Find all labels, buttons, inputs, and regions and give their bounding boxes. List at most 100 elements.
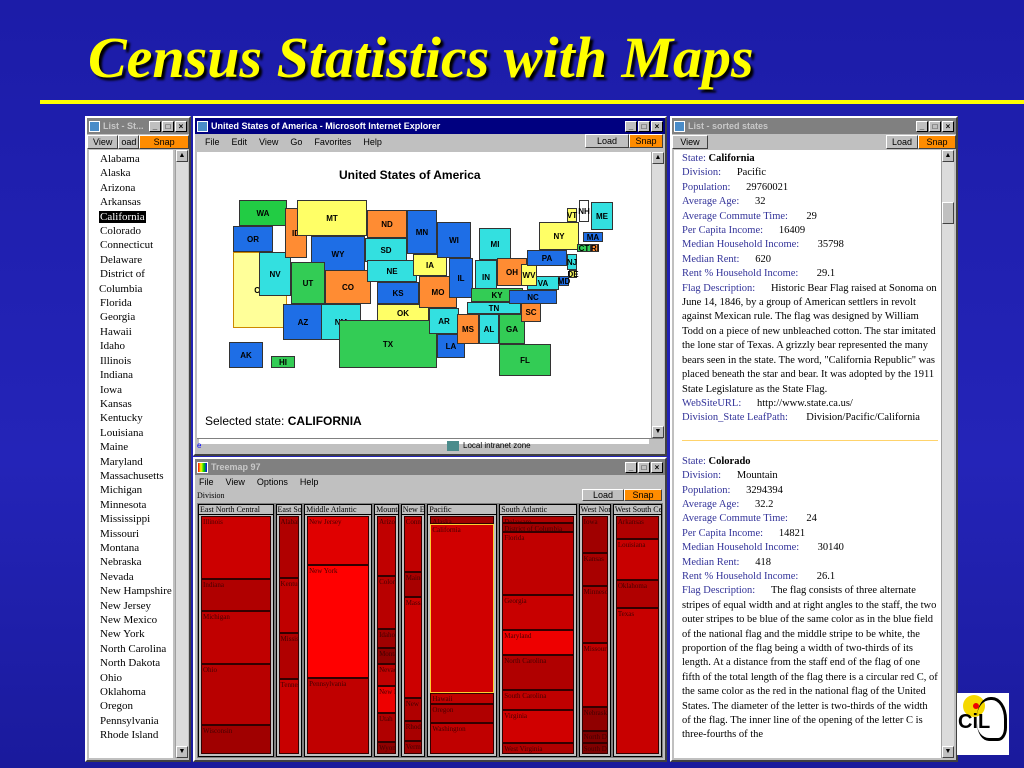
state-list-item[interactable]: Arkansas — [99, 195, 173, 209]
division-east-south-central[interactable]: East South CentralAlabamaKentuckyMississ… — [275, 504, 303, 757]
state-list-item[interactable]: Oregon — [99, 699, 173, 713]
state-list-item[interactable]: Kentucky — [99, 411, 173, 425]
treemap-cell[interactable]: Georgia — [502, 594, 574, 630]
treemap-cell[interactable]: Delaware — [502, 516, 574, 524]
state-ri[interactable]: RI — [591, 244, 599, 253]
close-button[interactable]: × — [942, 120, 954, 132]
state-pa[interactable]: PA — [527, 250, 567, 266]
treemap-cell[interactable]: North Dakota — [581, 731, 608, 743]
state-il[interactable]: IL — [449, 258, 473, 298]
state-ne[interactable]: NE — [367, 260, 417, 282]
treemap-cell[interactable]: Michigan — [201, 611, 271, 665]
treemap-cell[interactable]: District of Columbia — [502, 523, 574, 532]
treemap-cell[interactable]: California — [430, 523, 495, 694]
load-button[interactable]: Load — [886, 135, 918, 149]
state-list-item[interactable]: California — [99, 210, 173, 224]
state-list-item[interactable]: Oklahoma — [99, 685, 173, 699]
close-button[interactable]: × — [175, 120, 187, 132]
state-wa[interactable]: WA — [239, 200, 287, 226]
menu-view[interactable]: View — [226, 477, 245, 487]
treemap-cell[interactable]: Arizona — [377, 516, 396, 576]
treemap-cell[interactable]: Illinois — [201, 516, 271, 580]
state-list-item[interactable]: North Carolina — [99, 642, 173, 656]
state-list-item[interactable]: Nebraska — [99, 555, 173, 569]
state-list-item[interactable]: Hawaii — [99, 325, 173, 339]
state-list-item[interactable]: Maryland — [99, 455, 173, 469]
state-ak[interactable]: AK — [229, 342, 263, 368]
state-list-item[interactable]: New York — [99, 627, 173, 641]
minimize-button[interactable]: _ — [916, 120, 928, 132]
state-list-item[interactable]: New Mexico — [99, 613, 173, 627]
state-tx[interactable]: TX — [339, 320, 437, 368]
treemap-cell[interactable]: Iowa — [581, 516, 608, 554]
treemap-cell[interactable]: Connecticut — [403, 516, 423, 572]
snap-button[interactable]: Snap — [139, 135, 189, 149]
state-list-item[interactable]: Illinois — [99, 354, 173, 368]
state-list-item[interactable]: Alaska — [99, 166, 173, 180]
treemap-cell[interactable]: Texas — [615, 608, 659, 754]
treemap-cell[interactable]: North Carolina — [502, 654, 574, 691]
treemap-cell[interactable]: Virginia — [502, 710, 574, 743]
state-list-item[interactable]: Colorado — [99, 224, 173, 238]
treemap-cell[interactable]: Massachusetts — [403, 597, 423, 699]
treemap-cell[interactable]: Minnesota — [581, 586, 608, 643]
treemap-cell[interactable]: Montana — [377, 648, 396, 665]
treemap-cell[interactable]: Maryland — [502, 629, 574, 655]
state-list-item[interactable]: New Jersey — [99, 599, 173, 613]
maximize-button[interactable]: □ — [638, 461, 650, 473]
state-list-item[interactable]: Montana — [99, 541, 173, 555]
treemap-cell[interactable]: Utah — [377, 712, 396, 743]
treemap[interactable]: East North Central Illinois Indiana Michiga… — [197, 503, 663, 758]
state-list-item[interactable]: Maine — [99, 440, 173, 454]
menu-favorites[interactable]: Favorites — [314, 137, 351, 147]
state-list-item[interactable]: Kansas — [99, 397, 173, 411]
treemap-cell[interactable]: Wyoming — [377, 742, 396, 754]
state-sd[interactable]: SD — [365, 238, 407, 262]
treemap-cell[interactable]: South Dakota — [581, 743, 608, 754]
load-button[interactable]: Load — [582, 489, 624, 501]
state-list-item[interactable]: Rhode Island — [99, 728, 173, 742]
state-nh[interactable]: NH — [578, 200, 590, 222]
state-vt[interactable]: VT — [567, 208, 577, 222]
state-list-item[interactable]: North Dakota — [99, 656, 173, 670]
state-co[interactable]: CO — [325, 270, 371, 304]
state-ct[interactable]: CT — [577, 244, 591, 253]
state-list-item[interactable]: Arizona — [99, 181, 173, 195]
state-al[interactable]: AL — [479, 314, 499, 344]
state-wi[interactable]: WI — [437, 222, 471, 258]
state-list-item[interactable]: Alabama — [99, 152, 173, 166]
load-button[interactable]: oad — [118, 135, 140, 149]
treemap-cell[interactable]: Washington — [430, 722, 495, 755]
state-mn[interactable]: MN — [407, 210, 437, 254]
state-ks[interactable]: KS — [377, 282, 419, 304]
treemap-cell[interactable]: Tennessee — [278, 678, 300, 754]
state-list-item[interactable]: District of Columbia — [99, 267, 173, 296]
menu-file[interactable]: File — [205, 137, 220, 147]
menu-go[interactable]: Go — [290, 137, 302, 147]
state-ar[interactable]: AR — [429, 308, 459, 334]
state-mi[interactable]: MI — [479, 228, 511, 260]
treemap-cell[interactable]: Arkansas — [615, 516, 659, 540]
treemap-cell[interactable]: Alabama — [278, 516, 300, 579]
state-ma[interactable]: MA — [583, 232, 603, 242]
minimize-button[interactable]: _ — [625, 120, 637, 132]
close-button[interactable]: × — [651, 461, 663, 473]
snap-button[interactable]: Snap — [629, 134, 663, 148]
treemap-cell[interactable]: Rhode Island — [403, 721, 423, 742]
division-new-england[interactable]: New EnglandConnecticutMaineMassachusetts… — [400, 504, 426, 757]
treemap-cell[interactable]: South Carolina — [502, 690, 574, 711]
treemap-cell[interactable]: New Mexico — [377, 686, 396, 713]
menu-help[interactable]: Help — [363, 137, 382, 147]
state-nv[interactable]: NV — [259, 252, 291, 296]
state-list-item[interactable]: Delaware — [99, 253, 173, 267]
view-button[interactable]: View — [672, 135, 708, 149]
state-list-item[interactable]: Minnesota — [99, 498, 173, 512]
treemap-cell[interactable]: Kansas — [581, 553, 608, 587]
division-mountain[interactable]: MountainArizonaColoradoIdahoMontanaNevad… — [374, 504, 399, 757]
scrollbar[interactable]: ▲ ▼ — [941, 150, 954, 758]
menu-help[interactable]: Help — [300, 477, 319, 487]
treemap-cell[interactable]: Oregon — [430, 703, 495, 723]
state-fl[interactable]: FL — [499, 344, 551, 376]
maximize-button[interactable]: □ — [162, 120, 174, 132]
state-list-item[interactable]: Pennsylvania — [99, 714, 173, 728]
